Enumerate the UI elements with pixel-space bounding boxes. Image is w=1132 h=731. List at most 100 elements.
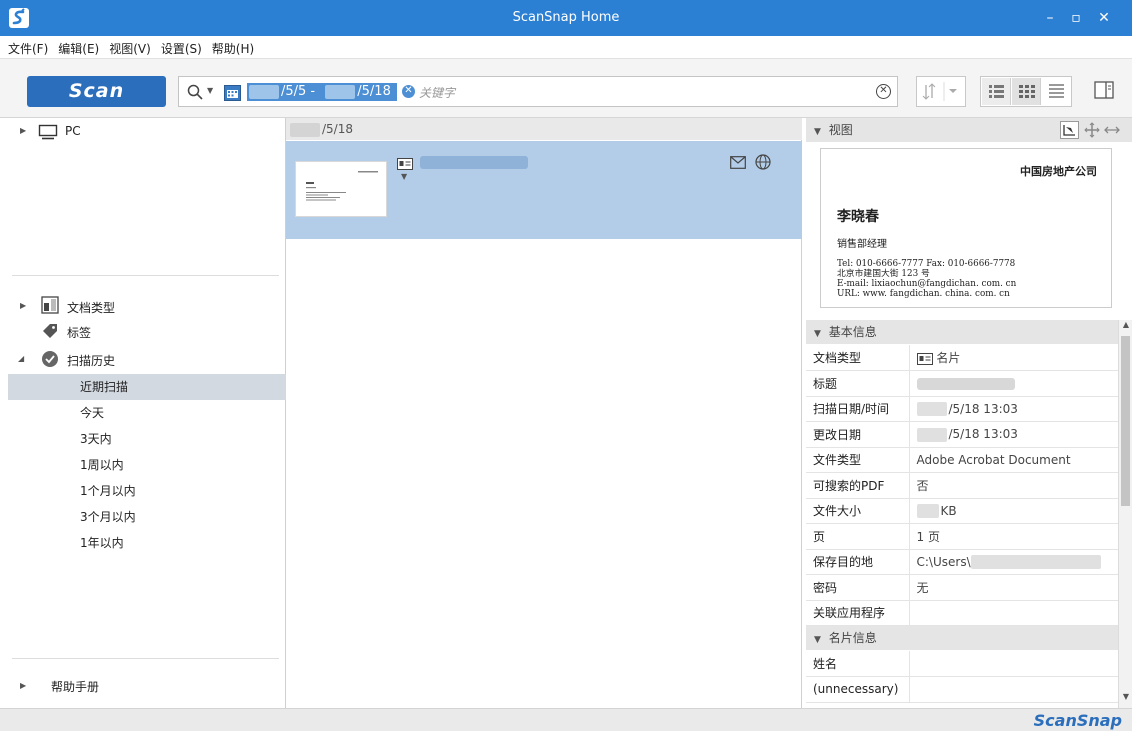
doc-type-value: 名片	[936, 351, 961, 365]
move-icon[interactable]	[1084, 122, 1100, 138]
detail-scrollbar[interactable]: ▲ ▼	[1118, 320, 1132, 708]
crop-icon[interactable]	[1060, 121, 1079, 139]
info-value: /5/18 13:03	[909, 421, 1118, 448]
scan-date-value: /5/18 13:03	[948, 401, 1018, 416]
expand-doctype-chevron-icon[interactable]: ▶	[20, 301, 26, 310]
preview-section-header[interactable]: ▼ 视图	[806, 118, 1132, 142]
expand-pc-chevron-icon[interactable]: ▶	[20, 126, 26, 135]
info-key: 姓名	[806, 651, 910, 677]
table-row: 更改日期/5/18 13:03	[806, 421, 1118, 448]
nav-pc[interactable]: PC	[65, 124, 81, 138]
scan-history-icon	[42, 351, 58, 367]
info-key: 页	[806, 523, 910, 550]
status-bar: ScanSnap	[0, 708, 1132, 731]
title-bar: ScanSnap Home – ▫ ✕	[0, 0, 1132, 36]
table-row: 保存目的地 C:\Users\	[806, 549, 1118, 575]
card-phone: Tel: 010-6666-7777 Fax: 010-6666-7778	[837, 259, 1016, 269]
minimize-button[interactable]: –	[1040, 8, 1060, 28]
menu-settings[interactable]: 设置(S)	[161, 40, 202, 57]
year-from-redacted	[249, 84, 279, 99]
menu-help[interactable]: 帮助(H)	[212, 40, 254, 57]
clear-date-icon[interactable]: ✕	[401, 84, 416, 99]
year-redacted	[916, 427, 947, 442]
name-value[interactable]	[909, 651, 1118, 677]
scroll-down-arrow-icon[interactable]: ▼	[1120, 692, 1132, 706]
calendar-icon[interactable]	[224, 84, 241, 101]
nav-tags[interactable]: 标签	[67, 324, 91, 341]
file-size-value: KB	[940, 503, 957, 518]
menu-bar: 文件(F) 编辑(E) 视图(V) 设置(S) 帮助(H)	[0, 36, 1132, 58]
info-key: 标题	[806, 370, 910, 397]
history-3-days[interactable]: 3天内	[8, 426, 286, 452]
search-icon[interactable]	[187, 84, 203, 100]
date-range-filter[interactable]: /5/5 - /5/18	[247, 83, 397, 101]
fit-width-icon[interactable]	[1104, 124, 1120, 136]
sort-button[interactable]	[916, 76, 966, 107]
menu-edit[interactable]: 编辑(E)	[58, 40, 99, 57]
list-view-icon	[989, 85, 1004, 98]
globe-icon[interactable]	[755, 154, 771, 170]
menu-view[interactable]: 视图(V)	[109, 40, 151, 57]
list-view-button[interactable]	[982, 78, 1011, 105]
table-row: 文件类型 Adobe Acrobat Document	[806, 447, 1118, 473]
basic-info-table: 文档类型 名片 标题 扫描日期/时间/5/18 13:03 更改日期/5/18 …	[806, 345, 1118, 626]
card-name: 李晓春	[837, 209, 879, 225]
history-1-month[interactable]: 1个月以内	[8, 478, 286, 504]
path-redacted	[970, 555, 1101, 569]
nav-scan-history[interactable]: 扫描历史	[67, 352, 115, 369]
email-icon[interactable]	[730, 156, 746, 169]
card-position: 销售部经理	[837, 239, 887, 250]
expand-help-chevron-icon[interactable]: ▶	[20, 681, 26, 690]
pages-value: 1 页	[909, 523, 1118, 550]
close-button[interactable]: ✕	[1094, 8, 1114, 28]
card-info-label: 名片信息	[828, 631, 877, 645]
detail-pane: ▼ 视图 中国房地产公司 李晓春 销售部经理 Tel: 010-6666-777…	[806, 118, 1132, 708]
basic-info-section-header[interactable]: ▼ 基本信息	[806, 320, 1118, 344]
list-item[interactable]: ▼	[286, 141, 802, 239]
detail-view-button[interactable]	[1042, 78, 1071, 105]
history-1-year[interactable]: 1年以内	[8, 530, 286, 556]
card-info-section-header[interactable]: ▼ 名片信息	[806, 626, 1118, 650]
detail-view-icon	[1049, 84, 1064, 98]
card-email: E-mail: lixiaochun@fangdichan. com. cn	[837, 279, 1017, 289]
document-title-redacted[interactable]	[420, 156, 528, 169]
modified-date-value: /5/18 13:03	[948, 427, 1018, 441]
business-card-type-icon	[916, 352, 933, 365]
business-card-thumbnail-icon	[306, 171, 378, 201]
collapse-card-info-chevron-icon[interactable]: ▼	[814, 635, 821, 645]
document-thumbnail[interactable]	[295, 161, 387, 217]
collapse-basic-info-chevron-icon[interactable]: ▼	[814, 329, 821, 339]
nav-document-type[interactable]: 文档类型	[67, 299, 115, 316]
maximize-button[interactable]: ▫	[1066, 8, 1086, 28]
table-row: 关联应用程序	[806, 600, 1118, 626]
scroll-up-arrow-icon[interactable]: ▲	[1120, 320, 1132, 334]
info-key: 可搜索的PDF	[806, 472, 910, 499]
unnecessary-value[interactable]	[909, 676, 1118, 703]
history-1-week[interactable]: 1周以内	[8, 452, 286, 478]
menu-file[interactable]: 文件(F)	[8, 40, 48, 57]
password-value: 无	[909, 574, 1118, 601]
clear-search-icon[interactable]: ✕	[876, 84, 891, 99]
history-today[interactable]: 今天	[8, 400, 286, 426]
search-bar[interactable]: ▼ /5/5 - /5/18 ✕ 关键字 ✕	[178, 76, 898, 107]
type-dropdown-chevron-icon[interactable]: ▼	[401, 172, 407, 181]
info-value: /5/18 13:03	[909, 396, 1118, 422]
thumbnail-view-button[interactable]	[1012, 78, 1041, 105]
nav-help-manual[interactable]: 帮助手册	[51, 678, 99, 695]
keyword-input[interactable]: 关键字	[419, 84, 455, 101]
search-options-chevron-icon[interactable]: ▼	[207, 86, 213, 95]
scroll-thumb[interactable]	[1121, 336, 1130, 506]
view-mode-group	[980, 76, 1072, 107]
scan-button[interactable]: Scan	[27, 76, 166, 107]
info-value: C:\Users\	[909, 549, 1118, 575]
history-3-months[interactable]: 3个月以内	[8, 504, 286, 530]
linked-app-value	[909, 600, 1118, 626]
panel-layout-icon[interactable]	[1093, 79, 1115, 101]
collapse-history-chevron-icon[interactable]: ◢	[18, 354, 24, 363]
file-type-value: Adobe Acrobat Document	[909, 447, 1118, 473]
year-redacted	[290, 122, 320, 137]
info-key: 文件类型	[806, 447, 910, 473]
title-value[interactable]	[909, 370, 1118, 397]
history-recent[interactable]: 近期扫描	[8, 374, 286, 400]
collapse-preview-chevron-icon[interactable]: ▼	[814, 127, 821, 137]
